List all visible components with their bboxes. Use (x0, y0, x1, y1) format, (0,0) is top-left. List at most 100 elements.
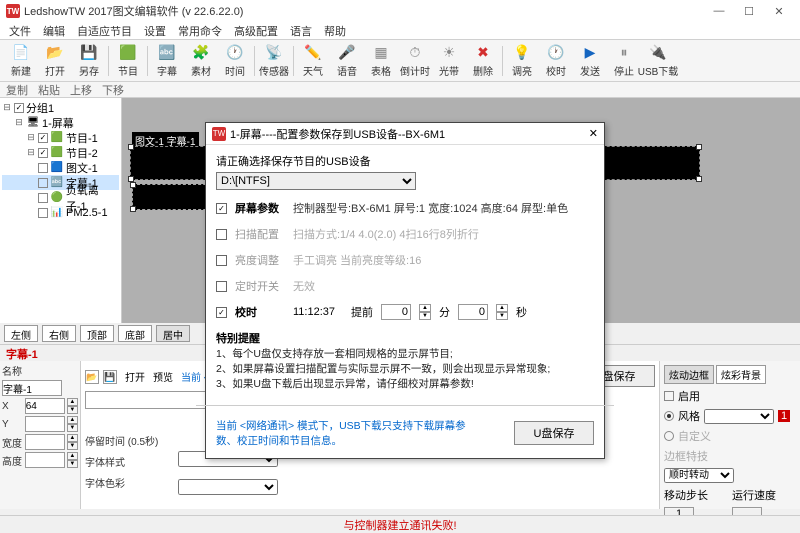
toolbar-语音[interactable]: 🎤语音 (330, 42, 364, 80)
menu-advanced[interactable]: 高级配置 (229, 22, 283, 39)
movedown-button[interactable]: 下移 (102, 82, 124, 97)
second-spinner[interactable]: ▲▼ (496, 304, 508, 320)
y-input[interactable] (25, 416, 65, 432)
spinner[interactable]: ▲▼ (67, 434, 78, 450)
toolbar-素材[interactable]: 🧩素材 (184, 42, 218, 80)
x-input[interactable] (25, 398, 65, 414)
toolbar-字幕[interactable]: 🔤字幕 (150, 42, 184, 80)
height-input[interactable] (25, 452, 65, 468)
tree-item[interactable]: ⊟✓🟩节目-1 (2, 130, 119, 145)
expander-icon[interactable]: ⊟ (26, 147, 36, 158)
tree-item[interactable]: 🟢负氧离子-1 (2, 190, 119, 205)
天气-icon: ✏️ (304, 44, 322, 62)
tree-group[interactable]: 分组1 (26, 100, 54, 116)
save-file-icon[interactable]: 💾 (103, 370, 117, 384)
dialog-save-button[interactable]: U盘保存 (514, 421, 594, 445)
另存-icon: 💾 (80, 44, 98, 62)
expander-icon[interactable]: ⊟ (14, 117, 24, 128)
spinner[interactable]: ▲▼ (67, 398, 78, 414)
enable-checkbox[interactable] (664, 391, 674, 401)
toolbar-停止[interactable]: ⏸停止 (607, 42, 641, 80)
screen-params-checkbox[interactable]: ✓ (216, 203, 227, 214)
scan-checkbox[interactable] (216, 229, 227, 240)
menu-file[interactable]: 文件 (4, 22, 36, 39)
checkbox[interactable] (38, 178, 48, 188)
menu-common[interactable]: 常用命令 (173, 22, 227, 39)
toolbar-删除[interactable]: ✖删除 (466, 42, 500, 80)
toolbar-节目[interactable]: 🟩节目 (111, 42, 145, 80)
reminder-2: 2、如果屏幕设置扫描配置与实际显示屏不一致，则会出现显示异常现象; (216, 361, 594, 376)
tab-border[interactable]: 炫动边框 (664, 365, 714, 384)
checkbox[interactable] (38, 208, 48, 218)
toolbar-时间[interactable]: 🕐时间 (218, 42, 252, 80)
toolbar-另存[interactable]: 💾另存 (72, 42, 106, 80)
second-input[interactable] (458, 304, 488, 320)
menu-bar: 文件 编辑 自适应节目 设置 常用命令 高级配置 语言 帮助 (0, 22, 800, 40)
minute-spinner[interactable]: ▲▼ (419, 304, 431, 320)
tab-center[interactable]: 居中 (156, 325, 190, 342)
project-tree[interactable]: ⊟✓分组1 ⊟🖥1-屏幕 ⊟✓🟩节目-1⊟✓🟩节目-2🟦图文-1🔤字幕-1🟢负氧… (0, 98, 122, 323)
tab-background[interactable]: 炫彩背景 (716, 365, 766, 384)
close-button[interactable]: ✕ (764, 1, 794, 21)
tree-item[interactable]: 🟦图文-1 (2, 160, 119, 175)
checkbox[interactable] (38, 163, 48, 173)
checkbox[interactable] (38, 193, 48, 203)
status-text: 与控制器建立通讯失败! (343, 517, 456, 533)
moveup-button[interactable]: 上移 (70, 82, 92, 97)
minimize-button[interactable]: — (704, 1, 734, 21)
toolbar-倒计时[interactable]: ⏱倒计时 (398, 42, 432, 80)
minute-input[interactable] (381, 304, 411, 320)
paste-button[interactable]: 粘贴 (38, 82, 60, 97)
toolbar-光带[interactable]: ☀光带 (432, 42, 466, 80)
toolbar-USB下载[interactable]: 🔌USB下载 (641, 42, 675, 80)
toolbar-传感器[interactable]: 📡传感器 (257, 42, 291, 80)
usb-device-select[interactable]: D:\[NTFS] (216, 172, 416, 190)
toolbar-天气[interactable]: ✏️天气 (296, 42, 330, 80)
expander-icon[interactable]: ⊟ (2, 102, 12, 113)
checkbox[interactable]: ✓ (38, 148, 48, 158)
style-radio[interactable] (664, 411, 674, 421)
custom-radio[interactable] (664, 431, 674, 441)
effect-select[interactable]: 顺时转动 (664, 468, 734, 483)
toolbar-校时[interactable]: 🕐校时 (539, 42, 573, 80)
menu-edit[interactable]: 编辑 (38, 22, 70, 39)
tree-item[interactable]: ⊟✓🟩节目-2 (2, 145, 119, 160)
maximize-button[interactable]: ☐ (734, 1, 764, 21)
menu-help[interactable]: 帮助 (319, 22, 351, 39)
时间-icon: 🕐 (226, 44, 244, 62)
toolbar-发送[interactable]: ▶发送 (573, 42, 607, 80)
dialog-close-button[interactable]: ✕ (589, 127, 598, 140)
style-select[interactable] (704, 409, 774, 424)
bright-checkbox[interactable] (216, 255, 227, 266)
tab-left[interactable]: 左侧 (4, 325, 38, 342)
clock-checkbox[interactable]: ✓ (216, 307, 227, 318)
tree-screen[interactable]: 1-屏幕 (42, 115, 74, 131)
menu-language[interactable]: 语言 (285, 22, 317, 39)
toolbar-表格[interactable]: ▦表格 (364, 42, 398, 80)
timer-label: 定时开关 (235, 278, 285, 294)
tree-item-label: 图文-1 (66, 160, 98, 176)
copy-button[interactable]: 复制 (6, 82, 28, 97)
spinner[interactable]: ▲▼ (67, 452, 78, 468)
timer-checkbox[interactable] (216, 281, 227, 292)
expander-icon[interactable]: ⊟ (26, 132, 36, 143)
tab-right[interactable]: 右侧 (42, 325, 76, 342)
tab-bottom[interactable]: 底部 (118, 325, 152, 342)
toolbar-打开[interactable]: 📂打开 (38, 42, 72, 80)
checkbox[interactable]: ✓ (38, 133, 48, 143)
minute-unit: 分 (439, 304, 450, 320)
tree-item[interactable]: 📊PM2.5-1 (2, 205, 119, 220)
speed-label: 运行速度 (732, 487, 776, 503)
name-input[interactable] (2, 380, 62, 396)
menu-settings[interactable]: 设置 (139, 22, 171, 39)
toolbar-调亮[interactable]: 💡调亮 (505, 42, 539, 80)
open-file-icon[interactable]: 📂 (85, 370, 99, 384)
tab-top[interactable]: 顶部 (80, 325, 114, 342)
second-unit: 秒 (516, 304, 527, 320)
font-color-select[interactable] (178, 479, 278, 495)
width-input[interactable] (25, 434, 65, 450)
toolbar-新建[interactable]: 📄新建 (4, 42, 38, 80)
checkbox[interactable]: ✓ (14, 103, 24, 113)
menu-autoprogram[interactable]: 自适应节目 (72, 22, 137, 39)
spinner[interactable]: ▲▼ (67, 416, 78, 432)
